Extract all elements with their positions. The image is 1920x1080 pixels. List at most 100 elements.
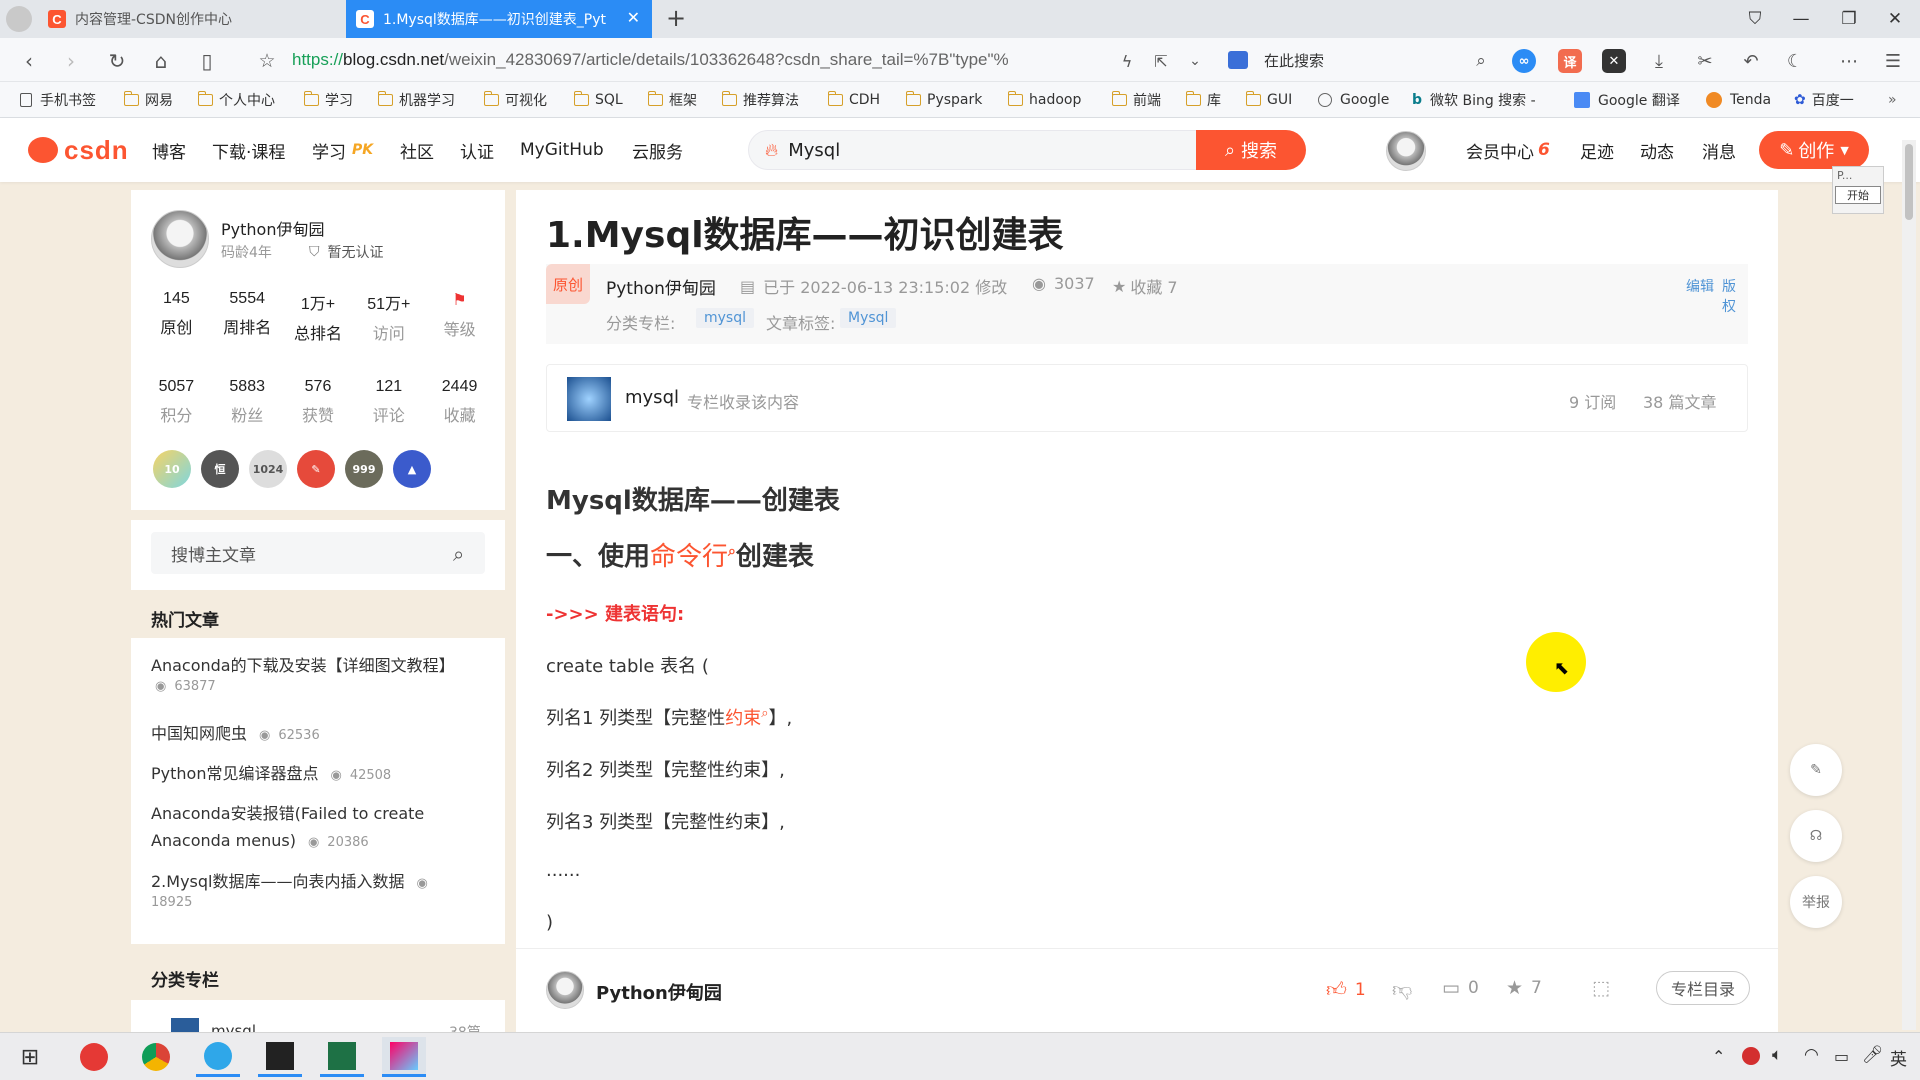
edit-note-icon[interactable]: ✎ (1790, 744, 1842, 796)
nav-blog[interactable]: 博客 (152, 118, 186, 182)
reading-icon[interactable]: ▯ (192, 46, 222, 76)
bookmark-folder[interactable]: hadoop (1008, 82, 1081, 118)
hot-article-item[interactable]: 中国知网爬虫 ◉ 62536 (151, 720, 491, 747)
tooltip-start-button[interactable]: 开始 (1835, 186, 1881, 204)
nav-activity[interactable]: 动态 (1640, 118, 1674, 182)
extension-infinity-icon[interactable]: ∞ (1512, 49, 1536, 73)
chrome-icon[interactable] (134, 1037, 178, 1077)
bookmark-folder[interactable]: 推荐算法 (722, 82, 799, 118)
paint-icon[interactable] (382, 1037, 426, 1077)
bookmark-bing[interactable]: b 微软 Bing 搜索 - (1412, 82, 1536, 118)
bookmark-star-icon[interactable]: ☆ (252, 46, 282, 76)
more-icon[interactable]: ⋯ (1834, 46, 1864, 76)
menu-icon[interactable]: ☰ (1878, 46, 1908, 76)
scrollbar-thumb[interactable] (1905, 144, 1913, 220)
nav-certification[interactable]: 认证 (460, 118, 494, 182)
bookmark-folder[interactable]: 前端 (1112, 82, 1161, 118)
column-toc-button[interactable]: 专栏目录 (1656, 971, 1751, 1005)
bookmarks-overflow-icon[interactable]: » (1888, 82, 1897, 118)
hot-article-item[interactable]: 2.Mysql数据库——向表内插入数据 ◉ 18925 (151, 868, 491, 910)
shirt-skin-icon[interactable]: ⛉ (1742, 6, 1768, 32)
tab-content-manager[interactable]: C 内容管理-CSDN创作中心 (38, 0, 346, 38)
night-mode-icon[interactable]: ☾ (1780, 46, 1810, 76)
hot-article-item[interactable]: Anaconda安装报错(Failed to create Anaconda m… (151, 800, 451, 854)
new-tab-button[interactable]: + (662, 4, 690, 32)
forward-icon[interactable]: › (56, 46, 86, 76)
nav-cloud[interactable]: 云服务 (632, 118, 683, 182)
badge-icon[interactable]: 1024 (249, 450, 287, 488)
browser-search-box[interactable]: 在此搜索 (1228, 45, 1498, 75)
nav-footprint[interactable]: 足迹 (1580, 118, 1614, 182)
nav-mygithub[interactable]: MyGitHub (520, 118, 604, 182)
volume-icon[interactable]: 🔈︎ (1772, 1045, 1782, 1065)
favorite-count[interactable]: ★ 收藏 7 (1112, 274, 1178, 298)
csdn-search-input[interactable]: 🔥︎ Mysql (748, 130, 1198, 170)
nav-learn[interactable]: 学习 PK (312, 118, 373, 182)
blogger-search-input[interactable]: 搜博主文章 (151, 532, 485, 574)
stat-week-rank[interactable]: 5554 周排名 (212, 290, 283, 344)
create-button[interactable]: ✎ 创作 ▼ (1759, 131, 1869, 169)
hot-article-title[interactable]: Anaconda的下载及安装【详细图文教程】 (151, 652, 491, 679)
badge-icon[interactable]: 10 (153, 450, 191, 488)
bookmark-folder[interactable]: 库 (1186, 82, 1221, 118)
app-red-icon[interactable] (72, 1037, 116, 1077)
browser-360-icon[interactable] (196, 1037, 240, 1077)
tab-article[interactable]: C 1.Mysql数据库——初识创建表_Pyt ✕ (346, 0, 652, 38)
windows-start-icon[interactable]: ⊞ (8, 1037, 52, 1077)
bookmark-mobile[interactable]: 手机书签 (20, 82, 96, 118)
keyword-link[interactable]: 命令行 (650, 542, 728, 572)
download-icon[interactable]: ⤓ (1644, 46, 1674, 76)
address-bar[interactable]: https://blog.csdn.net/weixin_42830697/ar… (292, 45, 1192, 75)
search-icon[interactable]: ⌕ (453, 542, 464, 566)
microphone-icon[interactable]: 🎤︎ (1862, 1045, 1884, 1065)
column-box[interactable]: mysql 专栏收录该内容 9 订阅 38 篇文章 (546, 364, 1748, 432)
hot-article-item[interactable]: Anaconda的下载及安装【详细图文教程】 ◉ 63877 (151, 652, 491, 694)
tab-close-icon[interactable]: ✕ (627, 8, 640, 27)
bookmark-google[interactable]: Google (1318, 82, 1389, 118)
screenshot-icon[interactable]: ✂ (1690, 46, 1720, 76)
column-name[interactable]: mysql (625, 387, 679, 408)
bookmark-folder[interactable]: 框架 (648, 82, 697, 118)
bookmark-folder[interactable]: 机器学习 (378, 82, 455, 118)
record-icon[interactable] (1742, 1047, 1760, 1065)
headset-icon[interactable]: ☊ (1790, 810, 1842, 862)
hot-article-item[interactable]: Python常见编译器盘点 ◉ 42508 (151, 760, 491, 787)
user-avatar[interactable] (1386, 131, 1426, 171)
dislike-button[interactable]: 👎︎ (1392, 977, 1412, 1002)
chevron-up-icon[interactable]: ⌃ (1712, 1047, 1725, 1066)
page-scrollbar[interactable] (1902, 140, 1916, 1030)
category-tag[interactable]: mysql (696, 308, 754, 328)
reload-icon[interactable]: ↻ (102, 46, 132, 76)
badge-icon[interactable]: ▲ (393, 450, 431, 488)
back-icon[interactable]: ‹ (14, 46, 44, 76)
close-window-icon[interactable]: ✕ (1882, 6, 1908, 32)
popup-tooltip[interactable]: P... 开始 (1832, 166, 1884, 214)
badge-icon[interactable]: 999 (345, 450, 383, 488)
minimize-icon[interactable]: — (1788, 6, 1814, 32)
bookmark-folder[interactable]: Pyspark (906, 82, 982, 118)
csdn-search-button[interactable]: ⌕ 搜索 (1196, 130, 1306, 170)
category-item[interactable]: mysql (211, 1022, 256, 1032)
comment-button[interactable]: ▭ 0 (1442, 977, 1479, 999)
edit-link[interactable]: 编辑 (1686, 276, 1714, 296)
article-author[interactable]: Python伊甸园 (606, 274, 716, 299)
wifi-icon[interactable]: ◠ (1804, 1045, 1819, 1065)
author-avatar[interactable] (151, 210, 209, 268)
author-name[interactable]: Python伊甸园 (221, 216, 324, 240)
keyword-link[interactable]: 约束 (725, 708, 761, 729)
nav-community[interactable]: 社区 (400, 118, 434, 182)
bookmark-google-translate[interactable]: Google 翻译 (1574, 82, 1680, 118)
battery-icon[interactable]: ▭ (1834, 1047, 1849, 1066)
home-icon[interactable]: ⌂ (146, 46, 176, 76)
bookmark-folder[interactable]: GUI (1246, 82, 1292, 118)
datagrip-icon[interactable] (258, 1037, 302, 1077)
bookmark-tenda[interactable]: Tenda (1706, 82, 1771, 118)
translate-extension-icon[interactable]: 译 (1558, 49, 1582, 73)
bookmark-folder[interactable]: SQL (574, 82, 623, 118)
bookmark-baidu[interactable]: ✿ 百度一 (1794, 82, 1854, 118)
bookmark-folder[interactable]: 可视化 (484, 82, 547, 118)
article-tag[interactable]: Mysql (840, 308, 897, 328)
report-button[interactable]: 举报 (1790, 876, 1842, 928)
share-icon[interactable]: ⇱ (1146, 46, 1176, 76)
badge-icon[interactable]: 恒 (201, 450, 239, 488)
